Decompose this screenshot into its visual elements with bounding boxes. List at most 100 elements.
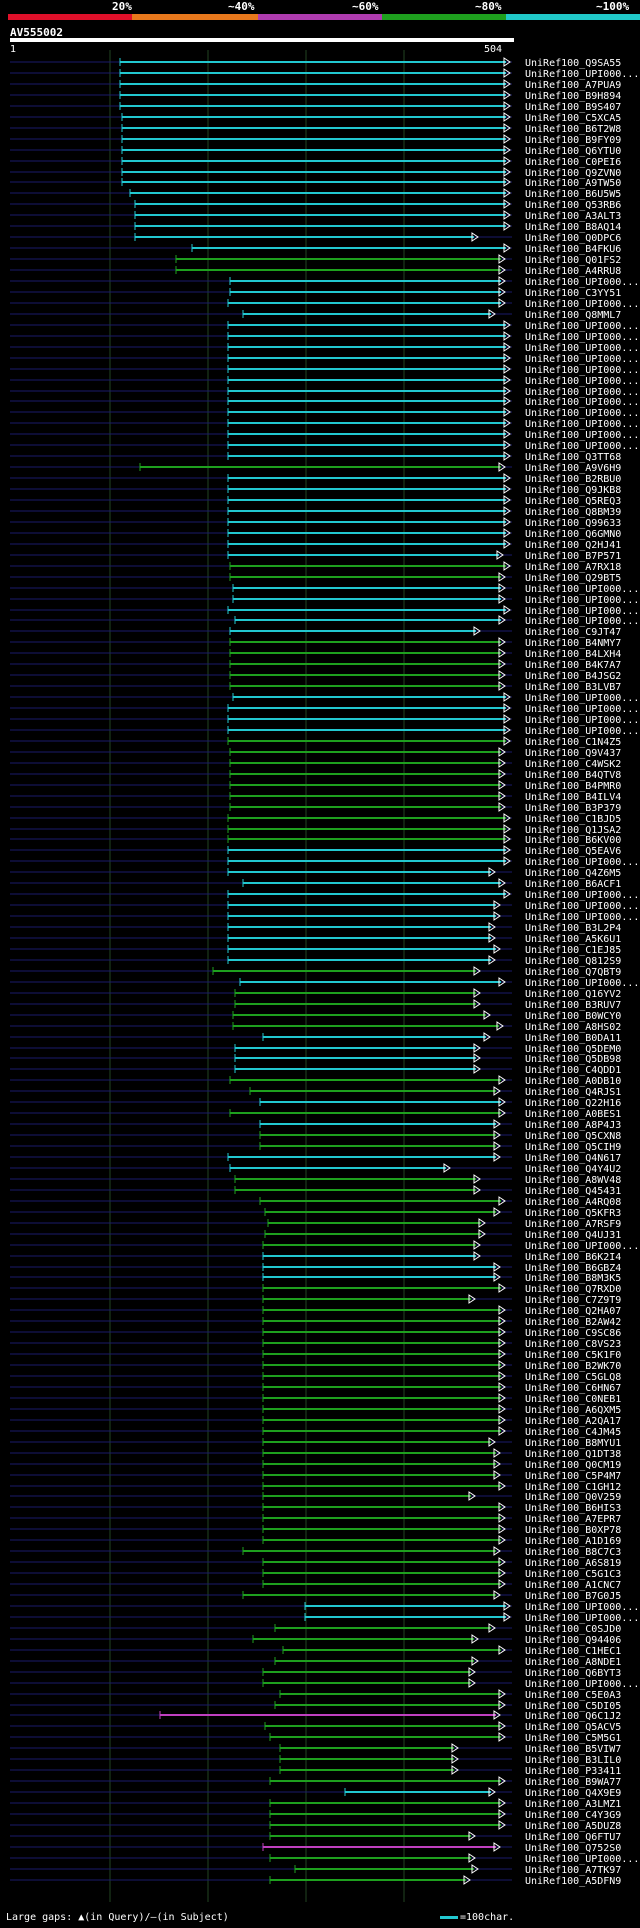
hit-row[interactable]: UniRef100_Q16YV2 [10, 988, 621, 1000]
hit-row[interactable]: UniRef100_A1D169 [10, 1535, 621, 1547]
hit-row[interactable]: UniRef100_UPI000... [10, 583, 639, 595]
hit-row[interactable]: UniRef100_A9TW50 [10, 177, 621, 189]
hit-label[interactable]: UniRef100_B4ILV4 [525, 792, 621, 803]
hit-label[interactable]: UniRef100_Q6FTU7 [525, 1832, 621, 1843]
hit-label[interactable]: UniRef100_Q45431 [525, 1186, 621, 1197]
hit-row[interactable]: UniRef100_Q6C1J2 [10, 1710, 621, 1722]
hit-row[interactable]: UniRef100_B3P379 [10, 802, 621, 814]
hit-row[interactable]: UniRef100_UPI000... [10, 407, 639, 419]
hit-label[interactable]: UniRef100_Q2HA07 [525, 1306, 621, 1317]
hit-row[interactable]: UniRef100_UPI000... [10, 298, 639, 310]
hit-row[interactable]: UniRef100_C5P4M7 [10, 1470, 621, 1482]
hit-row[interactable]: UniRef100_Q0V259 [10, 1491, 621, 1503]
hit-row[interactable]: UniRef100_A6S819 [10, 1557, 621, 1569]
hit-row[interactable]: UniRef100_B4ILV4 [10, 791, 621, 803]
hit-label[interactable]: UniRef100_B6K2I4 [525, 1252, 621, 1263]
hit-row[interactable]: UniRef100_B6K2I4 [10, 1251, 621, 1263]
hit-label[interactable]: UniRef100_UPI000... [525, 1602, 639, 1613]
hit-label[interactable]: UniRef100_A5DUZ8 [525, 1821, 621, 1832]
hit-label[interactable]: UniRef100_B7P571 [525, 551, 621, 562]
hit-row[interactable]: UniRef100_A5K6U1 [10, 933, 621, 945]
hit-label[interactable]: UniRef100_B2WK70 [525, 1361, 621, 1372]
hit-row[interactable]: UniRef100_B9S407 [10, 101, 621, 113]
hit-row[interactable]: UniRef100_UPI000... [10, 418, 639, 430]
hit-label[interactable]: UniRef100_UPI000... [525, 397, 639, 408]
hit-label[interactable]: UniRef100_Q6YTU0 [525, 146, 621, 157]
hit-row[interactable]: UniRef100_Q6GMN0 [10, 528, 621, 540]
hit-label[interactable]: UniRef100_A3LMZ1 [525, 1799, 621, 1810]
hit-label[interactable]: UniRef100_Q9JKB8 [525, 485, 621, 496]
hit-row[interactable]: UniRef100_Q6FTU7 [10, 1831, 621, 1843]
hit-row[interactable]: UniRef100_A6QXM5 [10, 1404, 621, 1416]
hit-row[interactable]: UniRef100_Q94406 [10, 1634, 621, 1646]
hit-label[interactable]: UniRef100_Q0DPC6 [525, 233, 621, 244]
hit-row[interactable]: UniRef100_A7EPR7 [10, 1513, 621, 1525]
hit-label[interactable]: UniRef100_Q5CIH9 [525, 1142, 621, 1153]
hit-label[interactable]: UniRef100_UPI000... [525, 299, 639, 310]
hit-row[interactable]: UniRef100_B0XP78 [10, 1524, 621, 1536]
hit-row[interactable]: UniRef100_Q8MML7 [10, 309, 621, 321]
hit-label[interactable]: UniRef100_UPI000... [525, 354, 639, 365]
hit-row[interactable]: UniRef100_UPI000... [10, 429, 639, 441]
hit-row[interactable]: UniRef100_B3LIL0 [10, 1754, 621, 1766]
hit-label[interactable]: UniRef100_B2AW42 [525, 1317, 621, 1328]
hit-row[interactable]: UniRef100_B3L2P4 [10, 922, 621, 934]
hit-label[interactable]: UniRef100_C1BJD5 [525, 814, 621, 825]
hit-row[interactable]: UniRef100_C5E0A3 [10, 1689, 621, 1701]
hit-label[interactable]: UniRef100_UPI000... [525, 408, 639, 419]
hit-row[interactable]: UniRef100_UPI000... [10, 68, 639, 80]
hit-label[interactable]: UniRef100_B0WCY0 [525, 1011, 621, 1022]
hit-label[interactable]: UniRef100_UPI000... [525, 430, 639, 441]
hit-label[interactable]: UniRef100_B9S407 [525, 102, 621, 113]
hit-label[interactable]: UniRef100_B9FY09 [525, 135, 621, 146]
hit-label[interactable]: UniRef100_UPI000... [525, 365, 639, 376]
hit-row[interactable]: UniRef100_Q53RB6 [10, 199, 621, 211]
hit-row[interactable]: UniRef100_Q5DB98 [10, 1053, 621, 1065]
hit-row[interactable]: UniRef100_C6HN67 [10, 1382, 621, 1394]
hit-label[interactable]: UniRef100_Q5REQ3 [525, 496, 621, 507]
hit-row[interactable]: UniRef100_UPI000... [10, 353, 639, 365]
hit-row[interactable]: UniRef100_UPI000... [10, 725, 639, 737]
hit-label[interactable]: UniRef100_UPI000... [525, 901, 639, 912]
hit-label[interactable]: UniRef100_C5G1C3 [525, 1569, 621, 1580]
hit-label[interactable]: UniRef100_A8NDE1 [525, 1657, 621, 1668]
hit-row[interactable]: UniRef100_C3YY51 [10, 287, 621, 299]
hit-row[interactable]: UniRef100_UPI000... [10, 911, 639, 923]
hit-label[interactable]: UniRef100_Q94406 [525, 1635, 621, 1646]
hit-row[interactable]: UniRef100_UPI000... [10, 342, 639, 354]
hit-row[interactable]: UniRef100_B4PMR0 [10, 780, 621, 792]
hit-label[interactable]: UniRef100_A8P4J3 [525, 1120, 621, 1131]
hit-row[interactable]: UniRef100_Q4RJS1 [10, 1086, 621, 1098]
hit-label[interactable]: UniRef100_Q5CXN8 [525, 1131, 621, 1142]
hit-label[interactable]: UniRef100_Q99633 [525, 518, 621, 529]
hit-row[interactable]: UniRef100_Q8BM39 [10, 506, 621, 518]
hit-row[interactable]: UniRef100_B9H894 [10, 90, 621, 102]
hit-label[interactable]: UniRef100_C1N4Z5 [525, 737, 621, 748]
hit-label[interactable]: UniRef100_UPI000... [525, 715, 639, 726]
hit-row[interactable]: UniRef100_Q4N617 [10, 1152, 621, 1164]
hit-label[interactable]: UniRef100_C9SC86 [525, 1328, 621, 1339]
hit-row[interactable]: UniRef100_A9V6H9 [10, 462, 621, 474]
hit-row[interactable]: UniRef100_UPI000... [10, 594, 639, 606]
hit-label[interactable]: UniRef100_UPI000... [525, 376, 639, 387]
hit-row[interactable]: UniRef100_UPI000... [10, 1678, 639, 1690]
hit-row[interactable]: UniRef100_C4Y3G9 [10, 1809, 621, 1821]
hit-row[interactable]: UniRef100_A7TK97 [10, 1864, 621, 1876]
hit-label[interactable]: UniRef100_Q6GMN0 [525, 529, 621, 540]
hit-label[interactable]: UniRef100_Q5DB98 [525, 1054, 621, 1065]
hit-label[interactable]: UniRef100_UPI000... [525, 1679, 639, 1690]
hit-row[interactable]: UniRef100_C9SC86 [10, 1327, 621, 1339]
hit-row[interactable]: UniRef100_C5GLQ8 [10, 1371, 621, 1383]
hit-label[interactable]: UniRef100_UPI000... [525, 912, 639, 923]
hit-row[interactable]: UniRef100_UPI000... [10, 889, 639, 901]
hit-row[interactable]: UniRef100_Q5CXN8 [10, 1130, 621, 1142]
hit-label[interactable]: UniRef100_Q4X9E9 [525, 1788, 621, 1799]
hit-label[interactable]: UniRef100_Q01FS2 [525, 255, 621, 266]
hit-row[interactable]: UniRef100_A8NDE1 [10, 1656, 621, 1668]
hit-row[interactable]: UniRef100_C4QDD1 [10, 1064, 621, 1076]
hit-label[interactable]: UniRef100_B8AQ14 [525, 222, 621, 233]
hit-row[interactable]: UniRef100_C5M5G1 [10, 1732, 621, 1744]
hit-row[interactable]: UniRef100_B4QTV8 [10, 769, 621, 781]
hit-label[interactable]: UniRef100_Q2HJ41 [525, 540, 621, 551]
hit-label[interactable]: UniRef100_B8MYU1 [525, 1438, 621, 1449]
